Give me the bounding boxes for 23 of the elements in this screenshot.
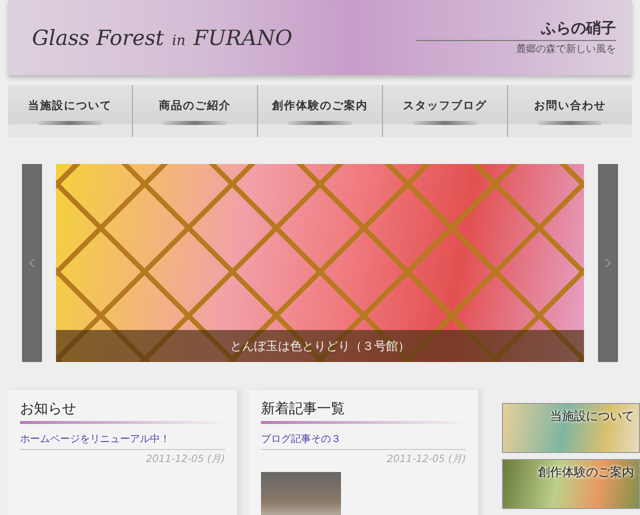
panel-title: お知らせ: [20, 400, 225, 424]
slide-caption: とんぼ玉は色とりどり（３号館）: [56, 330, 584, 362]
nav-item[interactable]: 商品のご紹介: [133, 85, 258, 137]
prev-button[interactable]: [22, 164, 42, 362]
logo-text: Glass Forest: [32, 26, 164, 50]
article-date: 2011-12-05 (月): [386, 453, 466, 466]
next-button[interactable]: [598, 164, 618, 362]
logo-text: FURANO: [194, 26, 292, 50]
site-name: ふらの硝子: [416, 19, 616, 41]
logo-text: in: [172, 32, 186, 48]
panel-title: 新着記事一覧: [261, 400, 466, 424]
nav-item[interactable]: 当施設について: [8, 85, 133, 137]
banner-link[interactable]: 当施設について: [502, 403, 640, 453]
article-link[interactable]: ホームページをリニューアル中！: [20, 432, 225, 450]
banner-link[interactable]: 創作体験のご案内: [502, 459, 640, 509]
chevron-right-icon: [605, 258, 611, 268]
nav-item[interactable]: 創作体験のご案内: [258, 85, 383, 137]
nav-item[interactable]: お問い合わせ: [508, 85, 632, 137]
article-date: 2011-12-05 (月): [144, 453, 225, 466]
article-link[interactable]: ブログ記事その３: [261, 432, 466, 450]
chevron-left-icon: [29, 258, 35, 268]
tagline: 麓郷の森で新しい風を: [516, 42, 616, 56]
nav-item[interactable]: スタッフブログ: [383, 85, 508, 137]
